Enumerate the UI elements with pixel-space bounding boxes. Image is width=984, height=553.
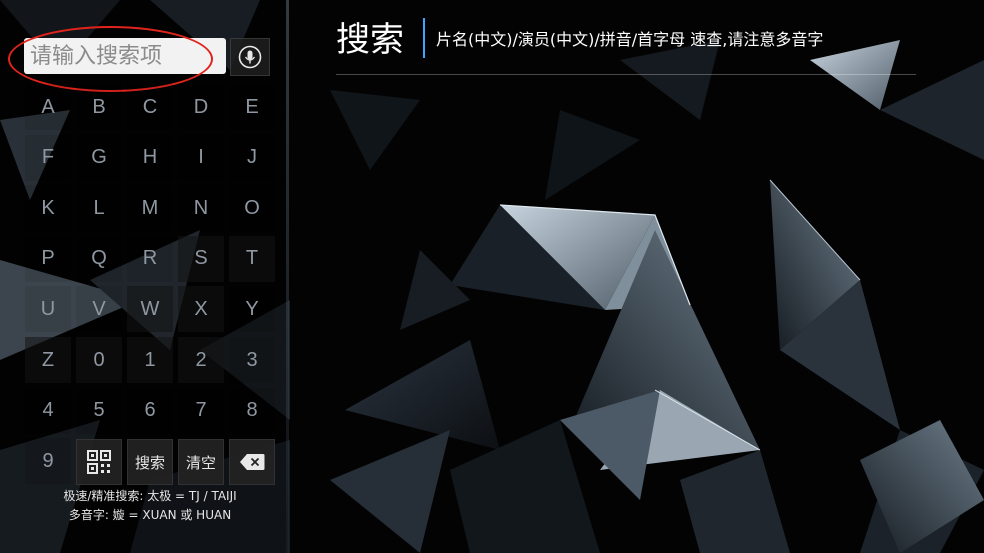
key-i[interactable]: I: [178, 134, 224, 181]
key-k[interactable]: K: [25, 185, 71, 232]
key-4[interactable]: 4: [25, 387, 71, 434]
key-p[interactable]: P: [25, 235, 71, 282]
search-button[interactable]: 搜索: [127, 439, 173, 485]
key-u[interactable]: U: [25, 286, 71, 333]
key-6[interactable]: 6: [127, 387, 173, 434]
page-title: 搜索: [336, 20, 404, 60]
key-v[interactable]: V: [76, 286, 122, 333]
key-r[interactable]: R: [127, 235, 173, 282]
key-9[interactable]: 9: [25, 438, 71, 485]
backspace-button[interactable]: [229, 439, 275, 485]
key-j[interactable]: J: [229, 134, 275, 181]
voice-search-button[interactable]: [230, 38, 270, 76]
key-1[interactable]: 1: [127, 337, 173, 383]
key-z[interactable]: Z: [25, 337, 71, 383]
key-f[interactable]: F: [25, 134, 71, 181]
key-e[interactable]: E: [229, 84, 275, 130]
key-s[interactable]: S: [178, 235, 224, 282]
key-o[interactable]: O: [229, 185, 275, 232]
search-instructions: 片名(中文)/演员(中文)/拼音/首字母 速查,请注意多音字: [436, 30, 824, 49]
key-3[interactable]: 3: [229, 337, 275, 383]
key-g[interactable]: G: [76, 134, 122, 181]
microphone-icon: [238, 45, 262, 69]
search-input[interactable]: [24, 38, 226, 74]
key-y[interactable]: Y: [229, 286, 275, 333]
key-7[interactable]: 7: [178, 387, 224, 434]
hint-line-polyphone: 多音字: 嫙 = XUAN 或 HUAN: [68, 508, 232, 522]
header-divider: [336, 74, 916, 75]
key-b[interactable]: B: [76, 84, 122, 130]
key-m[interactable]: M: [127, 185, 173, 232]
key-5[interactable]: 5: [76, 387, 122, 434]
key-q[interactable]: Q: [76, 235, 122, 282]
key-8[interactable]: 8: [229, 387, 275, 434]
key-0[interactable]: 0: [76, 337, 122, 383]
key-2[interactable]: 2: [178, 337, 224, 383]
key-n[interactable]: N: [178, 185, 224, 232]
key-w[interactable]: W: [127, 286, 173, 333]
key-h[interactable]: H: [127, 134, 173, 181]
qr-code-button[interactable]: [76, 439, 122, 485]
key-l[interactable]: L: [76, 185, 122, 232]
key-t[interactable]: T: [229, 235, 275, 282]
key-a[interactable]: A: [25, 84, 71, 130]
title-separator: [423, 18, 425, 58]
hint-line-quick-search: 极速/精准搜索: 太极 = TJ / TAIJI: [63, 489, 237, 503]
key-x[interactable]: X: [178, 286, 224, 333]
panel-divider: [286, 0, 289, 553]
key-d[interactable]: D: [178, 84, 224, 130]
backspace-icon: [240, 454, 265, 470]
clear-button[interactable]: 清空: [178, 439, 224, 485]
search-screen: ABCDEFGHIJKLMNOPQRSTUVWXYZ0123456789 搜索 …: [0, 0, 984, 553]
key-c[interactable]: C: [127, 84, 173, 130]
qr-code-icon: [87, 450, 111, 474]
